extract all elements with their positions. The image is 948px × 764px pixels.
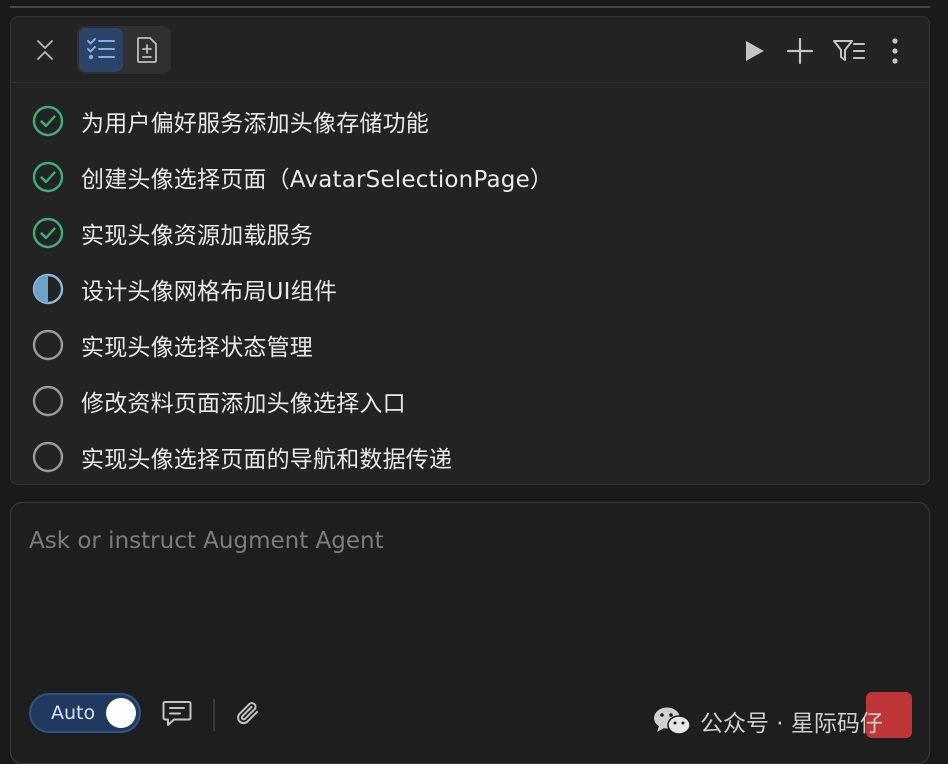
chat-icon (162, 701, 192, 726)
add-document-icon (137, 37, 157, 63)
task-item[interactable]: 设计头像网格布局UI组件 (11, 263, 929, 315)
watermark: 公众号 · 星际码仔 (652, 700, 883, 742)
task-list-icon (87, 38, 115, 60)
task-item[interactable]: 创建头像选择页面（AvatarSelectionPage） (11, 151, 929, 203)
collapse-icon (37, 40, 53, 60)
toggle-knob (106, 698, 136, 728)
not-started-circle-icon[interactable] (31, 384, 65, 418)
completed-check-icon[interactable] (31, 160, 65, 194)
task-toolbar (11, 17, 929, 83)
task-item[interactable]: 实现头像选择状态管理 (11, 319, 929, 371)
top-divider (10, 6, 930, 8)
task-label: 实现头像资源加载服务 (81, 223, 313, 249)
task-item[interactable]: 为用户偏好服务添加头像存储功能 (11, 95, 929, 147)
footer-divider (213, 699, 215, 731)
play-icon (746, 41, 764, 61)
add-task-button[interactable] (783, 34, 817, 68)
task-item[interactable]: 实现头像资源加载服务 (11, 207, 929, 259)
filter-icon (833, 40, 865, 61)
prompt-input[interactable] (29, 521, 909, 561)
view-switcher (77, 26, 171, 74)
watermark-text: 公众号 · 星际码仔 (700, 711, 883, 737)
attach-button[interactable] (233, 699, 265, 731)
task-item[interactable]: 修改资料页面添加头像选择入口 (11, 375, 929, 427)
not-started-circle-icon[interactable] (31, 328, 65, 362)
collapse-button[interactable] (29, 34, 61, 66)
not-started-circle-icon[interactable] (31, 440, 65, 474)
chat-mode-button[interactable] (161, 699, 193, 729)
task-label: 实现头像选择页面的导航和数据传递 (81, 447, 453, 473)
auto-mode-toggle[interactable]: Auto (29, 693, 141, 733)
completed-check-icon[interactable] (31, 104, 65, 138)
paperclip-icon (237, 702, 258, 725)
plus-icon (786, 37, 814, 65)
completed-check-icon[interactable] (31, 216, 65, 250)
task-item[interactable]: 实现头像选择页面的导航和数据传递 (11, 431, 929, 483)
wechat-icon (654, 707, 691, 735)
task-label: 设计头像网格布局UI组件 (81, 279, 338, 305)
task-label: 为用户偏好服务添加头像存储功能 (81, 111, 429, 137)
auto-mode-label: Auto (51, 702, 96, 724)
more-vertical-icon (892, 38, 898, 64)
more-options-button[interactable] (881, 34, 909, 68)
task-label: 实现头像选择状态管理 (81, 335, 313, 361)
filter-button[interactable] (831, 34, 867, 68)
run-button[interactable] (737, 34, 771, 68)
in-progress-half-circle-icon[interactable] (31, 272, 65, 306)
document-view-button[interactable] (125, 28, 169, 72)
task-list-view-button[interactable] (79, 28, 123, 72)
task-label: 创建头像选择页面（AvatarSelectionPage） (81, 167, 554, 193)
task-panel: 为用户偏好服务添加头像存储功能 创建头像选择页面（AvatarSelection… (10, 16, 930, 485)
task-label: 修改资料页面添加头像选择入口 (81, 391, 406, 417)
